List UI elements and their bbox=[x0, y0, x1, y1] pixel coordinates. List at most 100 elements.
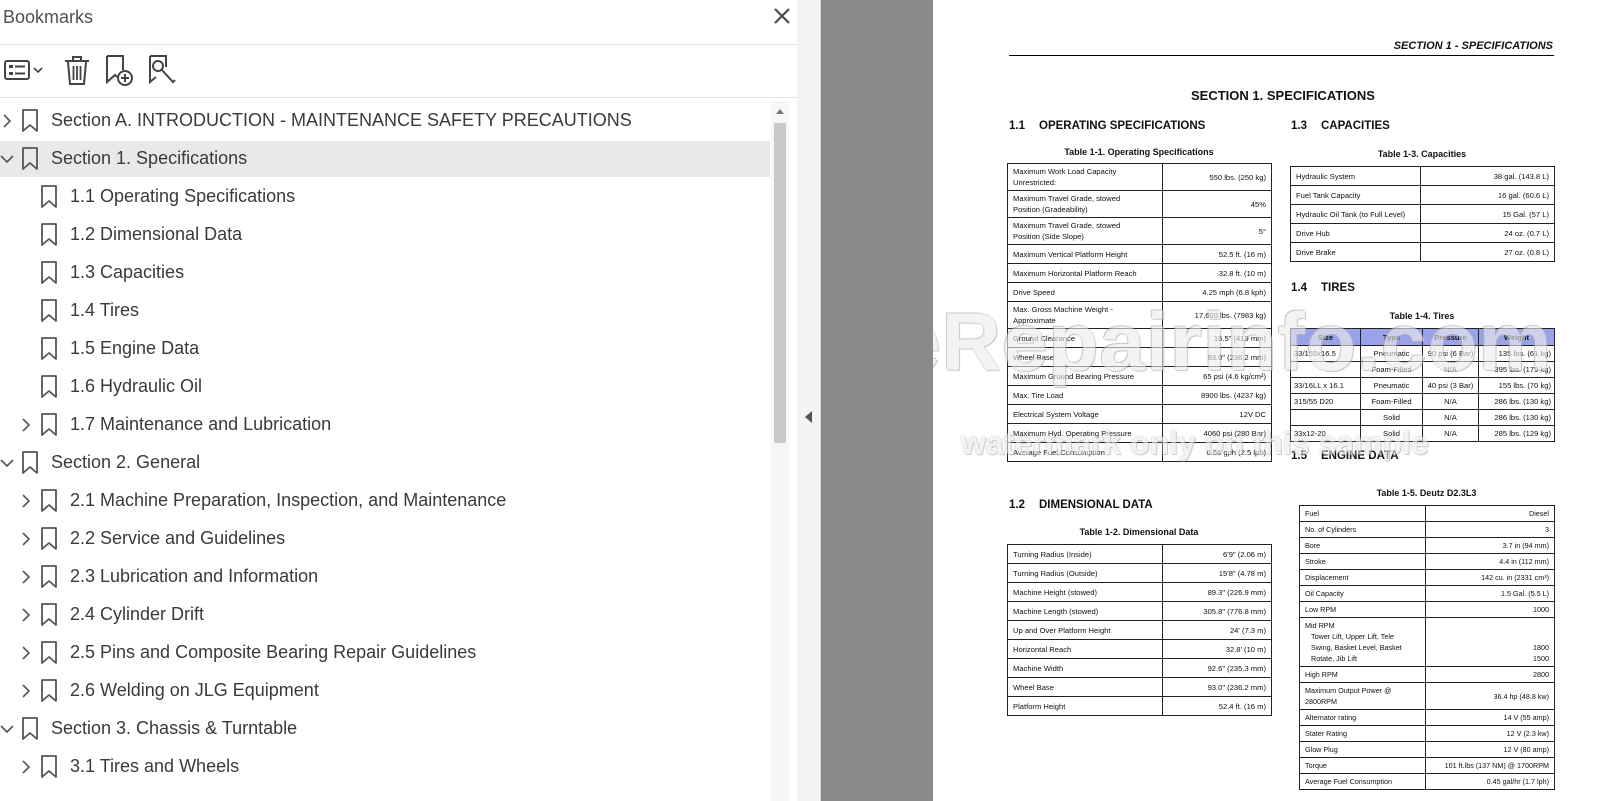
bookmark-label: 1.4 Tires bbox=[70, 300, 140, 320]
table-cell: Turning Radius (Inside) bbox=[1007, 544, 1163, 564]
column-header: Size bbox=[1290, 328, 1361, 346]
table-cell: Platform Height bbox=[1007, 696, 1163, 716]
bookmark-item[interactable]: 1.2 Dimensional Data bbox=[0, 217, 770, 253]
bookmark-item[interactable]: Section 2. General bbox=[0, 445, 770, 481]
bookmark-item[interactable]: 1.4 Tires bbox=[0, 293, 770, 329]
panel-title: Bookmarks bbox=[3, 7, 94, 27]
new-bookmark-button[interactable] bbox=[102, 53, 136, 87]
table-cell: Hydraulic Oil Tank (to Full Level) bbox=[1290, 204, 1421, 224]
chevron-right-icon[interactable] bbox=[17, 492, 35, 510]
bookmark-label: Section 3. Chassis & Turntable bbox=[51, 718, 298, 738]
collapse-panel-icon[interactable] bbox=[803, 410, 813, 424]
bookmark-item[interactable]: 2.5 Pins and Composite Bearing Repair Gu… bbox=[0, 635, 770, 671]
table-cell: Average Fuel Consumption bbox=[1299, 773, 1426, 790]
bookmark-add-icon bbox=[106, 55, 133, 86]
table-row: Platform Height 52.4 ft. (16 m) bbox=[1007, 696, 1272, 716]
table-row: Wheel Base 93.0" (236.2 mm) bbox=[1007, 677, 1272, 697]
bookmark-icon bbox=[41, 679, 57, 702]
table-cell: 155 lbs. (70 kg) bbox=[1478, 377, 1555, 394]
table-row: Foam-Filled N/A 395 lbs. (179 kg) bbox=[1290, 361, 1555, 378]
table-cell: Up and Over Platform Height bbox=[1007, 620, 1163, 640]
bookmark-item[interactable]: 2.3 Lubrication and Information bbox=[0, 559, 770, 595]
table-cell: Turning Radius (Outside) bbox=[1007, 563, 1163, 583]
bookmark-icon bbox=[41, 755, 57, 778]
options-menu-button[interactable] bbox=[4, 53, 44, 87]
bookmark-item[interactable]: 1.5 Engine Data bbox=[0, 331, 770, 367]
table-cell: Max. Tire Load bbox=[1007, 385, 1163, 405]
delete-bookmark-button[interactable] bbox=[60, 53, 94, 87]
table-cell: Drive Hub bbox=[1290, 223, 1421, 243]
table-cell: Machine Length (stowed) bbox=[1007, 601, 1163, 621]
table-cell: N/A bbox=[1422, 409, 1479, 426]
table-cell: 2800 bbox=[1425, 666, 1555, 683]
caption-table-1-2: Table 1-2. Dimensional Data bbox=[1079, 527, 1199, 537]
bookmark-item[interactable]: 2.6 Welding on JLG Equipment bbox=[0, 673, 770, 709]
bookmark-icon bbox=[22, 717, 38, 740]
table-dimensional-data: Turning Radius (Inside) 6'9" (2.06 m) Turn… bbox=[1007, 544, 1272, 716]
table-cell: 93.0" (236.2 mm) bbox=[1162, 677, 1272, 697]
table-row: High RPM 2800 bbox=[1299, 666, 1555, 683]
bookmark-item[interactable]: Section 3. Chassis & Turntable bbox=[0, 711, 770, 747]
chevron-right-icon[interactable] bbox=[17, 644, 35, 662]
bookmark-item[interactable]: 1.7 Maintenance and Lubrication bbox=[0, 407, 770, 443]
table-cell: 92.6" (235.3 mm) bbox=[1162, 658, 1272, 678]
table-cell: Fuel bbox=[1299, 505, 1426, 522]
table-cell: N/A bbox=[1422, 393, 1479, 410]
table-cell: 32.8' (10 m) bbox=[1162, 639, 1272, 659]
chevron-down-icon[interactable] bbox=[0, 454, 16, 472]
bookmark-tree: Section A. INTRODUCTION - MAINTENANCE SA… bbox=[0, 101, 770, 801]
bookmark-item[interactable]: 1.6 Hydraulic Oil bbox=[0, 369, 770, 405]
tree-scrollbar[interactable] bbox=[771, 101, 789, 801]
scroll-thumb[interactable] bbox=[774, 123, 786, 443]
table-cell: 8900 lbs. (4237 kg) bbox=[1162, 385, 1272, 405]
panel-splitter[interactable] bbox=[797, 0, 821, 801]
table-row: Machine Height (stowed) 89.3" (226.9 mm) bbox=[1007, 582, 1272, 602]
bookmark-item[interactable]: 2.1 Machine Preparation, Inspection, and… bbox=[0, 483, 770, 519]
table-row: Average Fuel Consumption 0.66 gph (2.5 lp… bbox=[1007, 442, 1272, 462]
find-bookmark-button[interactable] bbox=[145, 53, 179, 87]
table-row-mid-rpm: Mid RPM Tower Lift, Upper Lift, Tele Swing… bbox=[1299, 617, 1555, 667]
scroll-up-icon[interactable] bbox=[775, 107, 785, 117]
bookmark-item[interactable]: 2.2 Service and Guidelines bbox=[0, 521, 770, 557]
chevron-right-icon[interactable] bbox=[0, 112, 16, 130]
chevron-right-icon[interactable] bbox=[17, 568, 35, 586]
table-cell bbox=[1290, 361, 1361, 378]
close-panel-button[interactable] bbox=[770, 4, 794, 30]
bookmark-item[interactable]: 3.1 Tires and Wheels bbox=[0, 749, 770, 785]
caption-table-1-1: Table 1-1. Operating Specifications bbox=[1064, 147, 1214, 157]
table-row: Maximum Output Power @ 2800RPM 36.4 hp (4… bbox=[1299, 682, 1555, 710]
chevron-right-icon[interactable] bbox=[17, 682, 35, 700]
table-cell: 93.0" (236.2 mm) bbox=[1162, 347, 1272, 367]
table-cell: 16.5" (419 mm) bbox=[1162, 328, 1272, 348]
chevron-down-icon[interactable] bbox=[0, 720, 16, 738]
bookmark-item[interactable]: 2.4 Cylinder Drift bbox=[0, 597, 770, 633]
chevron-right-icon[interactable] bbox=[17, 606, 35, 624]
mid-rpm-line: Rotate, Jib Lift bbox=[1311, 654, 1357, 663]
table-operating-specs: Maximum Work Load Capacity Unrestricted:… bbox=[1007, 163, 1272, 462]
table-cell: High RPM bbox=[1299, 666, 1426, 683]
table-cell: Solid bbox=[1360, 409, 1423, 426]
heading-engine-data: 1.5 ENGINE DATA bbox=[1291, 450, 1399, 462]
trash-icon bbox=[65, 56, 89, 85]
chevron-right-icon[interactable] bbox=[17, 416, 35, 434]
bookmark-item[interactable]: Section 1. Specifications bbox=[0, 141, 770, 177]
table-cell: 550 lbs. (250 kg) bbox=[1162, 163, 1272, 191]
document-gutter bbox=[821, 0, 933, 801]
bookmark-icon bbox=[22, 109, 38, 132]
bookmark-item[interactable]: 1.1 Operating Specifications bbox=[0, 179, 770, 215]
bookmark-icon bbox=[41, 299, 57, 322]
heading-number: 1.1 bbox=[1009, 120, 1025, 132]
table-cell: 286 lbs. (130 kg) bbox=[1478, 409, 1555, 426]
chevron-right-icon[interactable] bbox=[17, 758, 35, 776]
heading-text: CAPACITIES bbox=[1321, 120, 1390, 132]
table-cell: 15 Gal. (57 L) bbox=[1420, 204, 1555, 224]
table-cell: Oil Capacity bbox=[1299, 585, 1426, 602]
mid-rpm-value: 1800 bbox=[1533, 643, 1549, 652]
chevron-right-icon[interactable] bbox=[17, 530, 35, 548]
chevron-down-icon[interactable] bbox=[0, 150, 16, 168]
bookmark-item[interactable]: 1.3 Capacities bbox=[0, 255, 770, 291]
table-row: Machine Length (stowed) 305.8" (776.8 mm) bbox=[1007, 601, 1272, 621]
table-cell: Maximum Ground Bearing Pressure bbox=[1007, 366, 1163, 386]
bookmark-label: 1.6 Hydraulic Oil bbox=[70, 376, 203, 396]
bookmark-item[interactable]: Section A. INTRODUCTION - MAINTENANCE SA… bbox=[0, 103, 770, 139]
